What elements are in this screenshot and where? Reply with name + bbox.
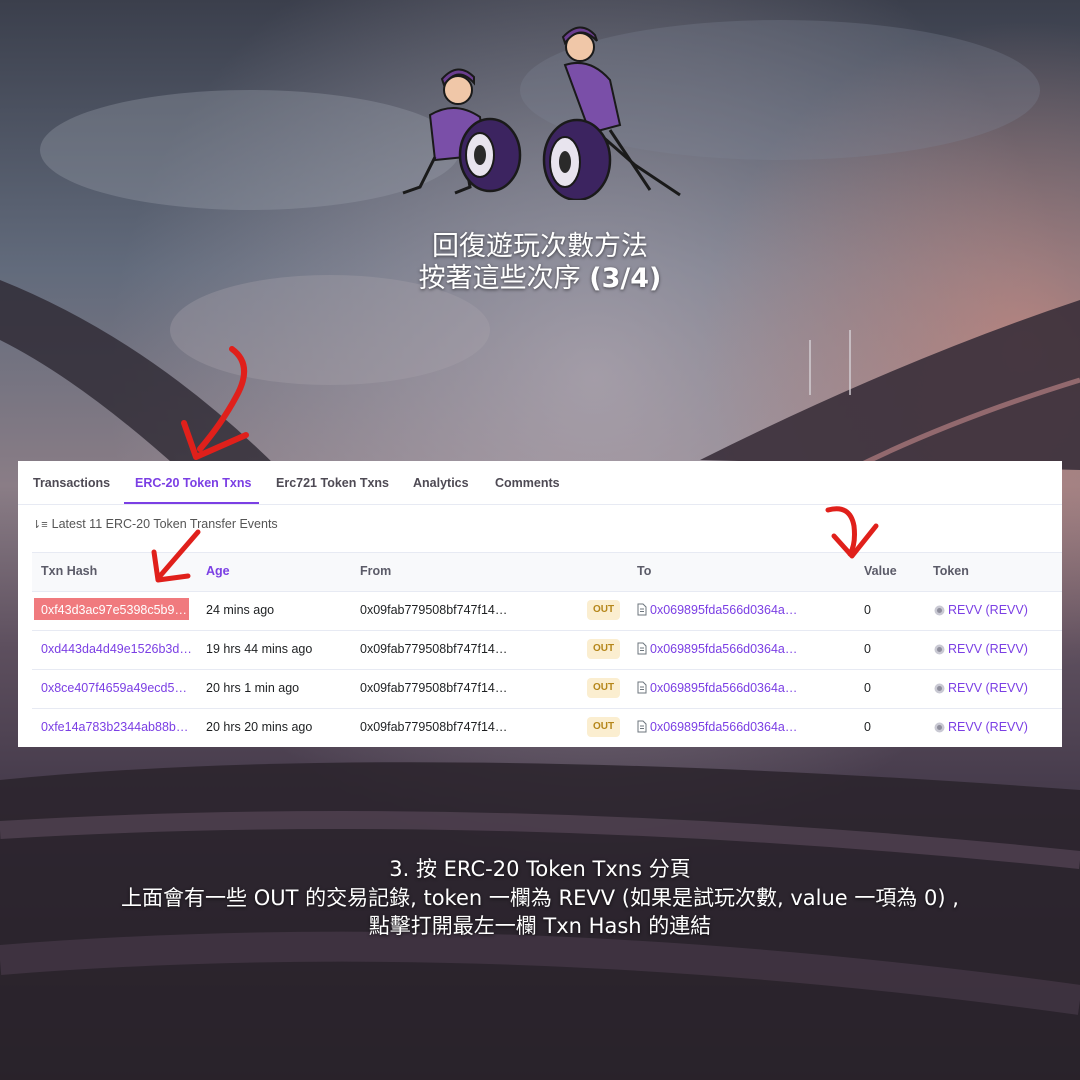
revv-token-icon (934, 605, 945, 616)
contract-doc-icon (637, 642, 647, 655)
txn-hash-link[interactable]: 0xf43d3ac97e5398c5b9… (41, 603, 187, 617)
txn-hash-link[interactable]: 0xd443da4d49e1526b3d… (41, 642, 192, 656)
pit-crew-illustration (402, 26, 681, 200)
revv-token-icon (934, 644, 945, 655)
tab-analytics[interactable]: Analytics (413, 476, 469, 490)
column-token: Token (933, 564, 969, 578)
token-link[interactable]: REVV (REVV) (948, 681, 1028, 695)
tab-erc721-token-txns[interactable]: Erc721 Token Txns (276, 476, 389, 490)
txn-to-link[interactable]: 0x069895fda566d0364a… (650, 642, 797, 656)
table-row: 0xfe14a783b2344ab88b… 20 hrs 20 mins ago… (32, 708, 1062, 747)
txn-age: 20 hrs 20 mins ago (206, 720, 313, 734)
red-arrow-to-value (825, 506, 879, 559)
revv-token-icon (934, 722, 945, 733)
txn-age: 19 hrs 44 mins ago (206, 642, 313, 656)
tab-transactions[interactable]: Transactions (33, 476, 110, 490)
active-tab-indicator (124, 502, 259, 504)
crew-member-kneeling (402, 68, 522, 195)
out-badge: OUT (587, 717, 620, 737)
crew-member-standing (542, 26, 681, 200)
txn-value: 0 (864, 642, 871, 656)
txn-from: 0x09fab779508bf747f14… (360, 720, 508, 734)
revv-token-icon (934, 683, 945, 694)
txn-value: 0 (864, 681, 871, 695)
caption-line-1: 3. 按 ERC-20 Token Txns 分頁 (389, 857, 691, 881)
column-to: To (637, 564, 652, 578)
txn-hash-link[interactable]: 0xfe14a783b2344ab88b… (41, 720, 188, 734)
column-from: From (360, 564, 392, 578)
tab-erc20-token-txns[interactable]: ERC-20 Token Txns (135, 476, 251, 490)
red-arrow-to-txn-hash (151, 529, 201, 583)
title-line-2: 按著這些次序 (3/4) (0, 263, 1080, 295)
contract-doc-icon (637, 603, 647, 616)
token-link[interactable]: REVV (REVV) (948, 603, 1028, 617)
token-link[interactable]: REVV (REVV) (948, 642, 1028, 656)
out-badge: OUT (587, 600, 620, 620)
txn-hash-link[interactable]: 0x8ce407f4659a49ecd5… (41, 681, 187, 695)
txn-value: 0 (864, 603, 871, 617)
contract-doc-icon (637, 681, 647, 694)
txn-age: 24 mins ago (206, 603, 275, 617)
red-arrow-to-erc20-tab (181, 346, 249, 460)
txn-to-link[interactable]: 0x069895fda566d0364a… (650, 681, 797, 695)
column-txn-hash: Txn Hash (41, 564, 98, 578)
sort-icon[interactable]: ⇂≡ (32, 518, 48, 531)
caption-line-3: 點擊打開最左一欄 Txn Hash 的連結 (368, 914, 712, 938)
table-row: 0x8ce407f4659a49ecd5… 20 hrs 1 min ago 0… (32, 669, 1062, 709)
out-badge: OUT (587, 678, 620, 698)
token-transfers-panel: Transactions ERC-20 Token Txns Erc721 To… (18, 461, 1062, 747)
caption-line-2: 上面會有一些 OUT 的交易記錄, token 一欄為 REVV (如果是試玩次… (121, 886, 959, 910)
column-value: Value (864, 564, 897, 578)
title-line-1: 回復遊玩次數方法 (432, 231, 648, 262)
txn-value: 0 (864, 720, 871, 734)
out-badge: OUT (587, 639, 620, 659)
token-link[interactable]: REVV (REVV) (948, 720, 1028, 734)
txn-from: 0x09fab779508bf747f14… (360, 681, 508, 695)
tab-comments[interactable]: Comments (495, 476, 560, 490)
table-row: 0xf43d3ac97e5398c5b9… 24 mins ago 0x09fa… (32, 591, 1062, 631)
contract-doc-icon (637, 720, 647, 733)
title-line-2-text: 按著這些次序 (418, 263, 590, 294)
txn-to-link[interactable]: 0x069895fda566d0364a… (650, 603, 797, 617)
txn-to-link[interactable]: 0x069895fda566d0364a… (650, 720, 797, 734)
txn-from: 0x09fab779508bf747f14… (360, 603, 508, 617)
title-step-number: (3/4) (589, 263, 662, 294)
txn-age: 20 hrs 1 min ago (206, 681, 300, 695)
table-row: 0xd443da4d49e1526b3d… 19 hrs 44 mins ago… (32, 630, 1062, 670)
txn-from: 0x09fab779508bf747f14… (360, 642, 508, 656)
